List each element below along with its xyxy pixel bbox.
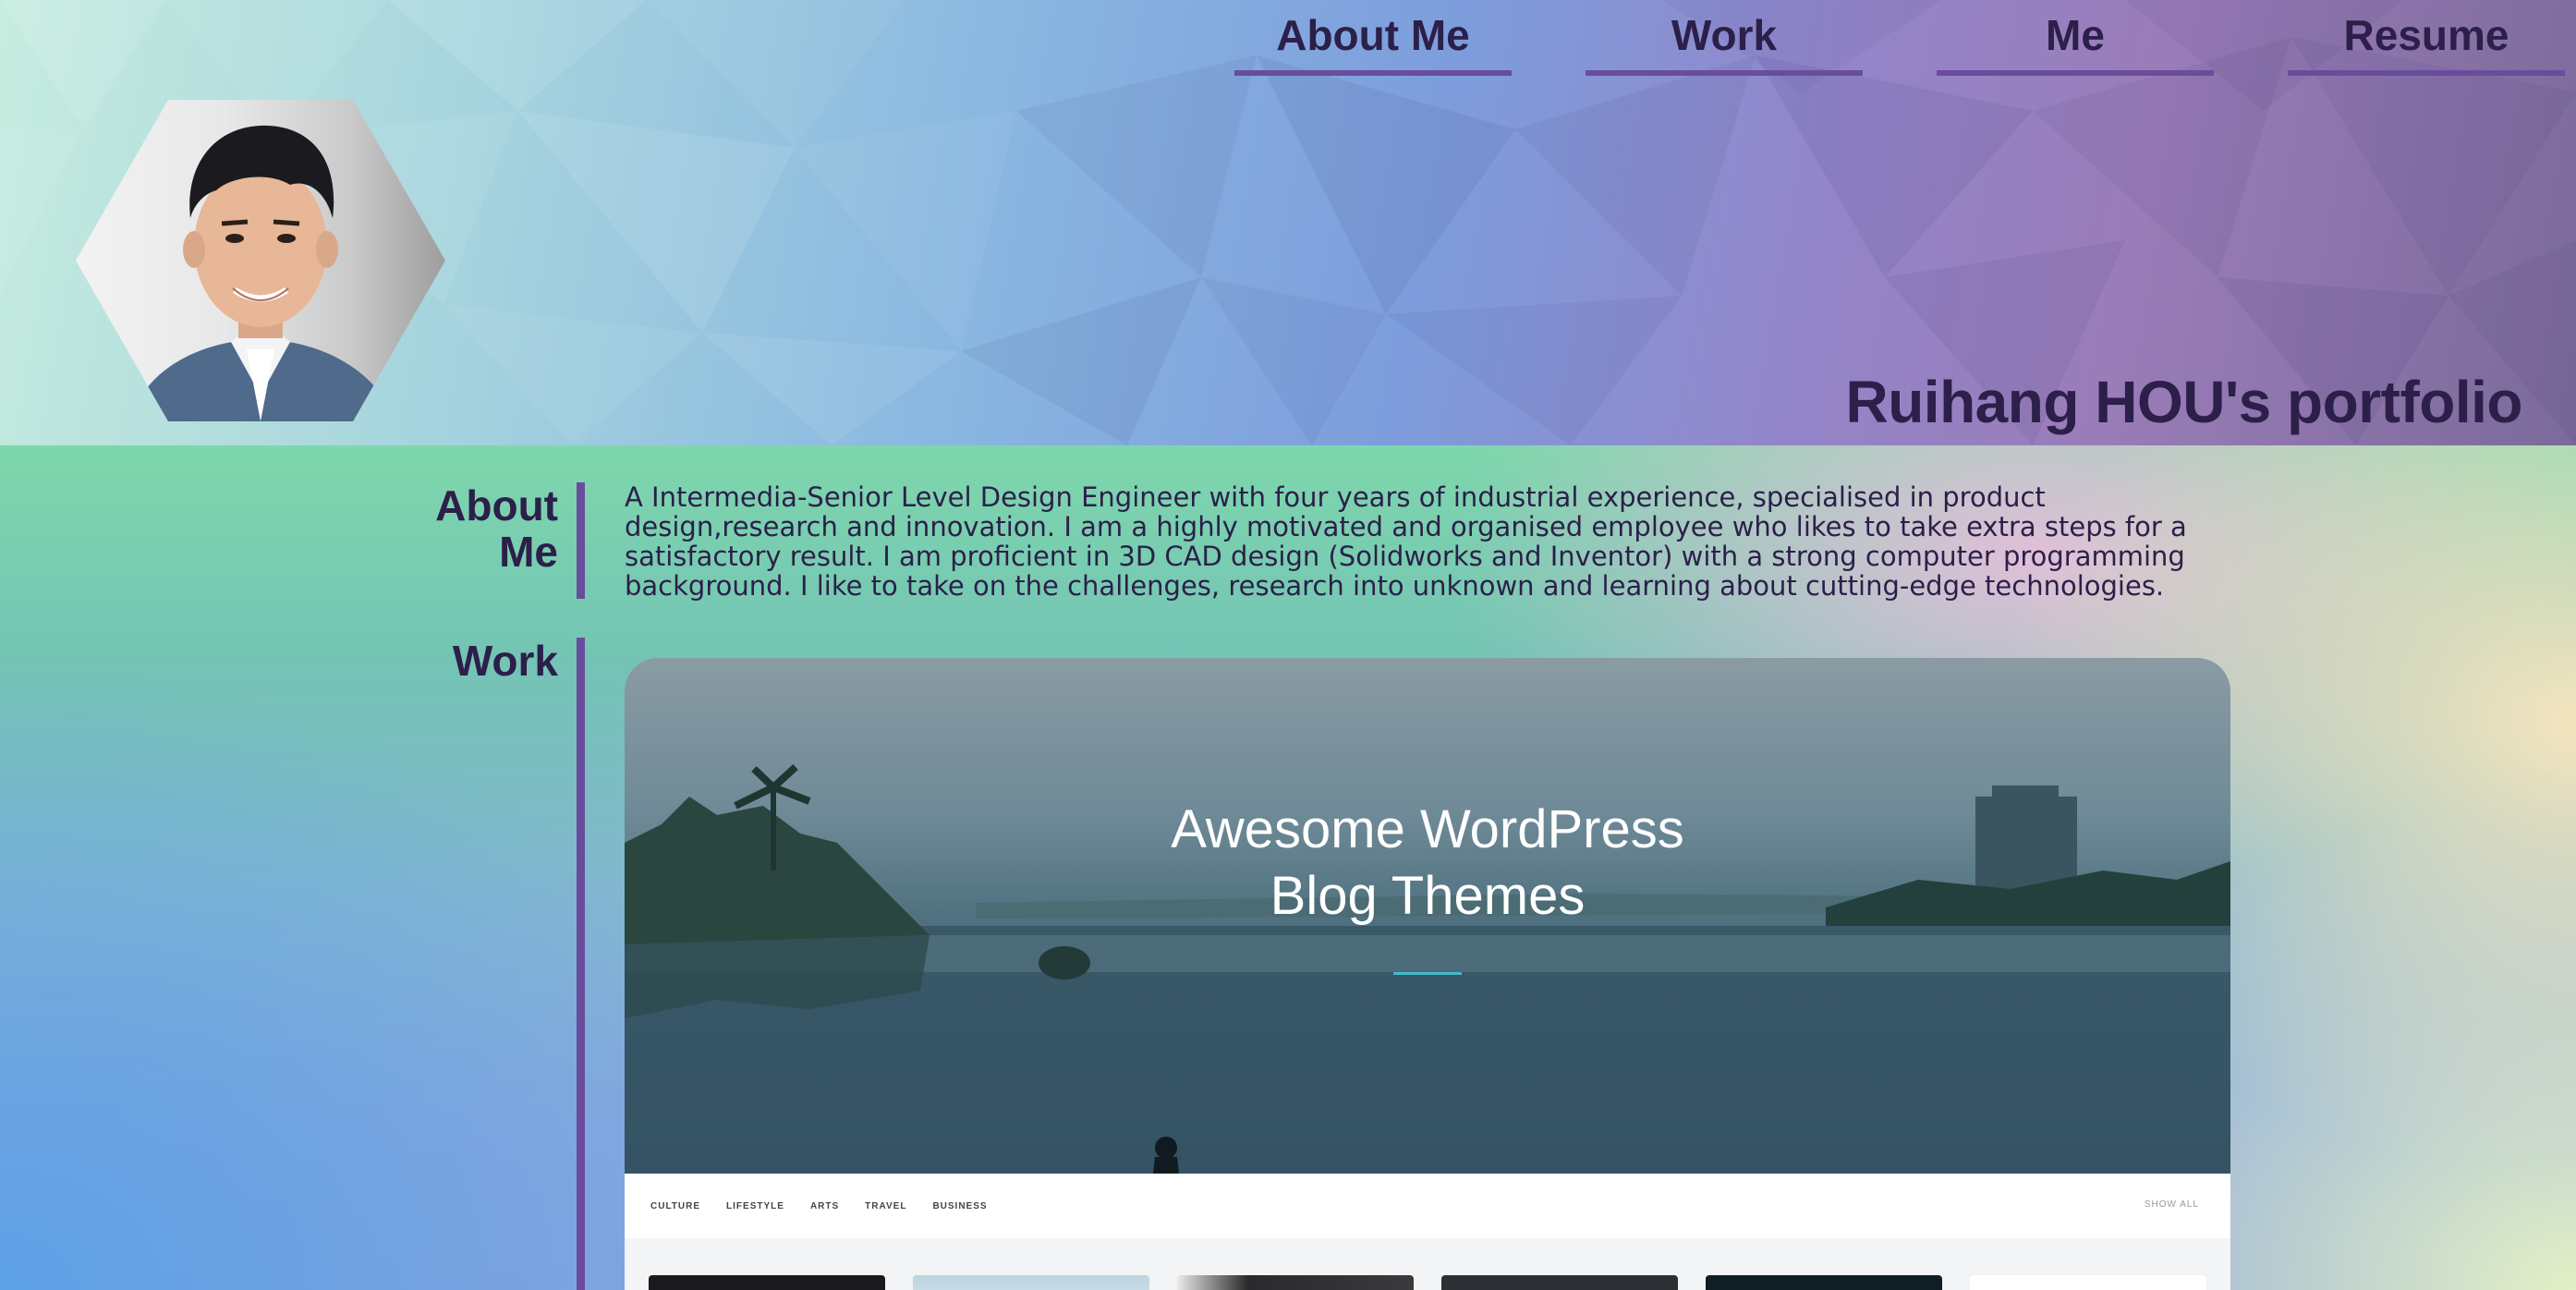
nav-work-label: Work <box>1671 11 1778 59</box>
category-strip: CULTURE LIFESTYLE ARTS TRAVEL BUSINESS S… <box>625 1174 2230 1238</box>
work-card-title-line2: Blog Themes <box>1270 866 1586 926</box>
work-card-hero-image: Awesome WordPress Blog Themes <box>625 658 2230 1174</box>
category-arts: ARTS <box>809 1200 840 1211</box>
about-heading: About Me <box>435 482 558 575</box>
nav-me[interactable]: Me <box>1937 0 2214 76</box>
thumbnail-3 <box>1177 1275 1414 1290</box>
show-all-link: SHOW ALL <box>2144 1199 2199 1210</box>
site-title: Ruihang HOU's portfolio <box>1845 369 2522 435</box>
thumbnail-2 <box>913 1275 1149 1290</box>
work-section-bar <box>577 638 585 1290</box>
about-heading-line2: Me <box>499 528 558 576</box>
about-heading-line1: About <box>435 481 558 529</box>
about-description: A Intermedia-Senior Level Design Enginee… <box>625 481 2187 602</box>
thumbnail-row <box>625 1238 2230 1290</box>
thumbnail-6 <box>1970 1275 2206 1290</box>
title-underline <box>1393 972 1462 975</box>
nav-about-me-label: About Me <box>1276 11 1470 59</box>
nav-work[interactable]: Work <box>1586 0 1863 76</box>
main-nav: About Me Work Me Resume <box>0 0 2576 83</box>
nav-me-label: Me <box>2046 11 2105 59</box>
work-card-title: Awesome WordPress Blog Themes <box>625 797 2230 930</box>
nav-resume[interactable]: Resume <box>2288 0 2565 76</box>
category-culture: CULTURE <box>650 1200 701 1211</box>
thumbnail-1 <box>649 1275 885 1290</box>
nav-about-me[interactable]: About Me <box>1234 0 1512 76</box>
thumbnail-4 <box>1441 1275 1678 1290</box>
main-content: About Me A Intermedia-Senior Level Desig… <box>0 445 2576 1290</box>
about-section-bar <box>577 482 585 599</box>
work-heading: Work <box>452 637 558 685</box>
nav-resume-label: Resume <box>2343 11 2509 59</box>
thumbnail-5 <box>1706 1275 1942 1290</box>
work-card-title-line1: Awesome WordPress <box>1171 799 1684 859</box>
category-lifestyle: LIFESTYLE <box>726 1200 784 1211</box>
header-banner: About Me Work Me Resume Ruihang HOU's po… <box>0 0 2576 445</box>
work-project-card[interactable]: Awesome WordPress Blog Themes CULTURE LI… <box>625 658 2230 1290</box>
category-business: BUSINESS <box>932 1200 988 1211</box>
category-travel: TRAVEL <box>865 1200 907 1211</box>
